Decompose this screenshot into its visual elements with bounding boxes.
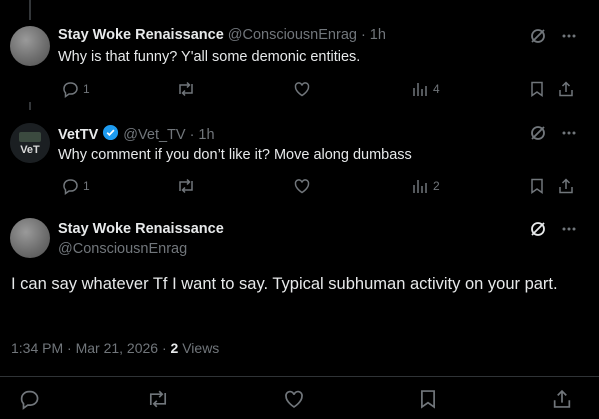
tweet-text: Why is that funny? Y'all some demonic en… <box>58 49 361 65</box>
views-count: 4 <box>433 82 440 96</box>
bookmark-icon <box>417 390 439 414</box>
thread-line <box>29 102 31 110</box>
bookmark-icon <box>528 177 546 195</box>
reply-button[interactable] <box>18 388 40 415</box>
main-tweet-actions <box>0 388 599 412</box>
display-name[interactable]: Stay Woke Renaissance <box>58 221 224 237</box>
tweet-header: Stay Woke Renaissance @ConsciousnEnrag ·… <box>58 27 386 43</box>
share-icon <box>557 177 575 195</box>
reply-button[interactable]: 1 <box>61 80 90 98</box>
reply-icon <box>18 390 40 414</box>
bookmark-button[interactable] <box>528 80 546 98</box>
reply-tweet-1[interactable]: Stay Woke Renaissance @ConsciousnEnrag ·… <box>0 0 599 112</box>
display-name[interactable]: VetTV <box>58 127 98 143</box>
retweet-button[interactable] <box>146 388 170 415</box>
separator: · <box>189 126 195 143</box>
user-handle[interactable]: @Vet_TV <box>123 127 185 143</box>
bookmark-button[interactable] <box>528 177 546 195</box>
timestamp[interactable]: 1h <box>370 27 386 43</box>
views-icon <box>411 177 429 195</box>
tweet-meta: 1:34 PM · Mar 21, 2026 · 2 Views <box>11 340 219 356</box>
like-icon <box>293 80 311 98</box>
tweet-actions: 1 2 <box>58 177 580 197</box>
more-icon[interactable] <box>561 221 577 237</box>
avatar[interactable] <box>10 218 50 258</box>
more-icon[interactable] <box>561 125 577 141</box>
separator: · <box>360 27 366 43</box>
reply-count: 1 <box>83 179 90 193</box>
views-count: 2 <box>433 179 440 193</box>
bookmark-icon <box>528 80 546 98</box>
tweet-top-icons <box>529 220 577 238</box>
reply-button[interactable]: 1 <box>61 177 90 195</box>
reply-icon <box>61 177 79 195</box>
tweet-header: VetTV @Vet_TV · 1h <box>58 124 215 145</box>
reply-tweet-2[interactable]: VeT VetTV @Vet_TV · 1h Why comment if yo… <box>0 102 599 210</box>
tweet-top-icons <box>529 27 577 45</box>
share-button[interactable] <box>557 177 575 195</box>
share-icon <box>557 80 575 98</box>
views-button[interactable]: 2 <box>411 177 440 195</box>
views-icon <box>411 80 429 98</box>
tweet-text: I can say whatever Tf I want to say. Typ… <box>11 275 558 293</box>
divider <box>0 376 599 377</box>
grok-icon[interactable] <box>529 220 547 238</box>
timestamp[interactable]: 1:34 PM · Mar 21, 2026 · <box>11 340 171 356</box>
views-label: Views <box>178 340 220 356</box>
grok-icon[interactable] <box>529 124 547 142</box>
display-name[interactable]: Stay Woke Renaissance <box>58 27 224 43</box>
share-icon <box>551 389 573 414</box>
retweet-icon <box>146 390 170 414</box>
views-button[interactable]: 4 <box>411 80 440 98</box>
retweet-icon <box>176 80 196 98</box>
like-button[interactable] <box>293 177 311 195</box>
like-button[interactable] <box>293 80 311 98</box>
timestamp[interactable]: 1h <box>198 127 214 143</box>
like-icon <box>293 177 311 195</box>
more-icon[interactable] <box>561 28 577 44</box>
reply-icon <box>61 80 79 98</box>
user-handle[interactable]: @ConsciousnEnrag <box>228 27 357 43</box>
user-handle[interactable]: @ConsciousnEnrag <box>58 241 187 257</box>
tweet-actions: 1 4 <box>58 80 580 100</box>
tweet-top-icons <box>529 124 577 142</box>
bookmark-button[interactable] <box>417 388 439 415</box>
verified-badge-icon <box>102 124 119 145</box>
retweet-button[interactable] <box>176 80 196 98</box>
like-button[interactable] <box>283 388 305 415</box>
share-button[interactable] <box>557 80 575 98</box>
avatar[interactable]: VeT <box>10 123 50 163</box>
reply-count: 1 <box>83 82 90 96</box>
avatar[interactable] <box>10 26 50 66</box>
grok-icon[interactable] <box>529 27 547 45</box>
retweet-icon <box>176 177 196 195</box>
retweet-button[interactable] <box>176 177 196 195</box>
avatar-logo-text: VeT <box>20 144 40 156</box>
tweet-text: Why comment if you don’t like it? Move a… <box>58 147 412 163</box>
like-icon <box>283 390 305 414</box>
share-button[interactable] <box>551 388 573 415</box>
